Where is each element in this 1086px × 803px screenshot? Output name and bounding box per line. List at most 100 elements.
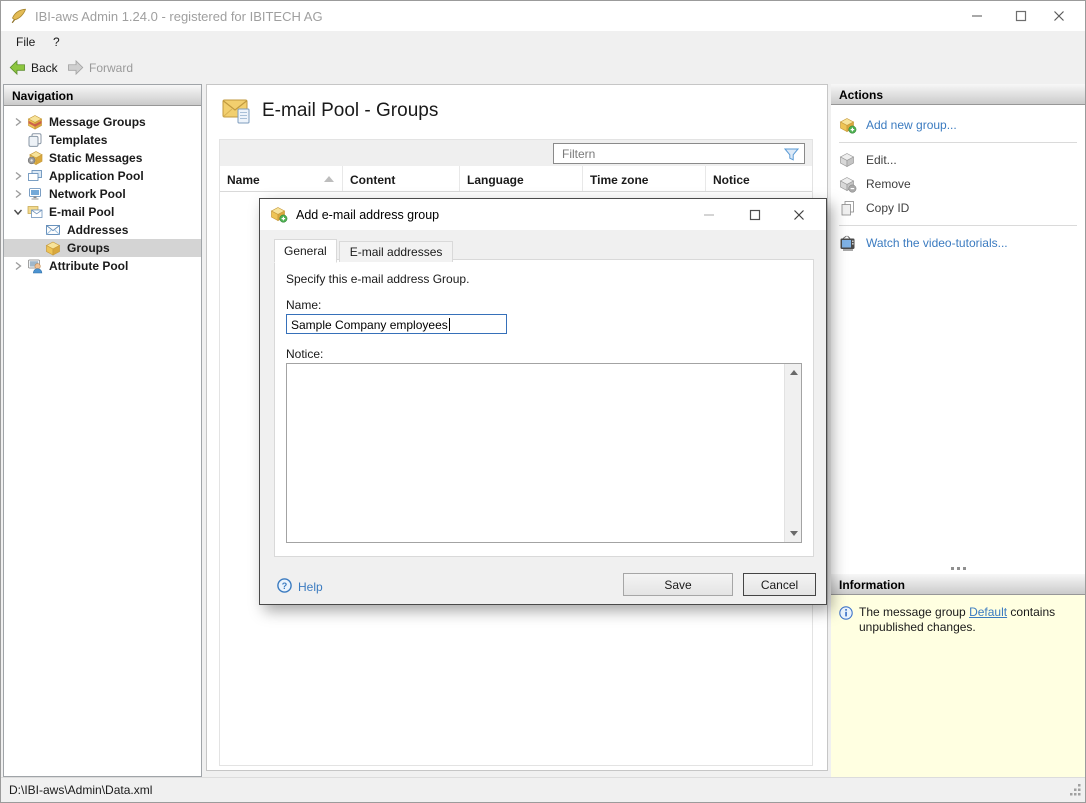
groups-icon xyxy=(45,240,61,256)
notice-label: Notice: xyxy=(286,347,324,361)
video-tutorials-action[interactable]: Watch the video-tutorials... xyxy=(831,231,1085,255)
right-panel: Actions Add new group... Edit... Remove … xyxy=(831,84,1085,777)
menu-help[interactable]: ? xyxy=(53,35,60,49)
table-header-row: Name Content Language Time zone Notice xyxy=(220,166,812,192)
sort-ascending-icon xyxy=(324,176,334,182)
tree-item-templates[interactable]: Templates xyxy=(4,131,201,149)
actions-header: Actions xyxy=(831,84,1085,105)
tab-email-addresses[interactable]: E-mail addresses xyxy=(338,241,454,262)
scrollbar[interactable] xyxy=(784,364,801,542)
save-button[interactable]: Save xyxy=(623,573,733,596)
scroll-up-icon[interactable] xyxy=(790,370,798,375)
network-pool-icon xyxy=(27,186,43,202)
addresses-icon xyxy=(45,222,61,238)
templates-icon xyxy=(27,132,43,148)
text-caret xyxy=(448,318,450,331)
filter-bar xyxy=(220,140,812,166)
static-messages-icon xyxy=(27,150,43,166)
back-button[interactable]: Back xyxy=(9,59,58,76)
filter-input[interactable] xyxy=(553,143,805,164)
app-window: IBI-aws Admin 1.24.0 - registered for IB… xyxy=(0,0,1086,803)
information-panel: The message group Default contains unpub… xyxy=(831,595,1085,777)
email-pool-groups-icon xyxy=(221,95,253,130)
message-groups-icon xyxy=(27,114,43,130)
edit-group-icon xyxy=(839,152,857,169)
information-header: Information xyxy=(831,574,1085,595)
dialog-title: Add e-mail address group xyxy=(296,208,440,222)
column-header-notice[interactable]: Notice xyxy=(706,166,812,191)
status-bar: D:\IBI-aws\Admin\Data.xml xyxy=(1,777,1085,802)
tree-item-attribute-pool[interactable]: Attribute Pool xyxy=(4,257,201,275)
name-input[interactable]: Sample Company employees xyxy=(286,314,507,334)
actions-separator xyxy=(839,225,1077,226)
dialog-description: Specify this e-mail address Group. xyxy=(286,272,470,286)
chevron-right-icon[interactable] xyxy=(11,171,25,181)
information-message: The message group Default contains unpub… xyxy=(859,605,1056,634)
info-icon xyxy=(839,605,853,635)
chevron-right-icon[interactable] xyxy=(11,189,25,199)
data-file-path: D:\IBI-aws\Admin\Data.xml xyxy=(9,783,153,797)
remove-action[interactable]: Remove xyxy=(831,172,1085,196)
application-pool-icon xyxy=(27,168,43,184)
dialog-minimize-icon xyxy=(688,199,730,230)
back-arrow-icon xyxy=(9,59,25,76)
app-icon xyxy=(11,8,27,27)
dialog-maximize-icon[interactable] xyxy=(734,199,776,230)
general-tab-page: Specify this e-mail address Group. Name:… xyxy=(274,259,814,557)
chevron-right-icon[interactable] xyxy=(11,261,25,271)
navigation-header: Navigation xyxy=(4,85,201,106)
dialog-buttons: Save Cancel xyxy=(260,573,826,596)
attribute-pool-icon xyxy=(27,258,43,274)
tree-item-groups[interactable]: Groups xyxy=(4,239,201,257)
chevron-right-icon[interactable] xyxy=(11,117,25,127)
scroll-down-icon[interactable] xyxy=(790,531,798,536)
video-tutorials-icon xyxy=(839,235,857,252)
back-label: Back xyxy=(31,60,58,75)
menu-file[interactable]: File xyxy=(16,35,35,49)
tree-item-email-pool[interactable]: E-mail Pool xyxy=(4,203,201,221)
dialog-close-icon[interactable] xyxy=(778,199,820,230)
panel-splitter-handle[interactable] xyxy=(831,563,1085,573)
forward-arrow-icon xyxy=(68,59,84,76)
maximize-icon[interactable] xyxy=(1001,1,1041,31)
tab-general[interactable]: General xyxy=(274,239,337,263)
add-group-icon xyxy=(839,117,857,134)
dialog-tabs: General E-mail addresses xyxy=(274,238,454,263)
cancel-button[interactable]: Cancel xyxy=(743,573,816,596)
tree-item-application-pool[interactable]: Application Pool xyxy=(4,167,201,185)
column-header-language[interactable]: Language xyxy=(460,166,583,191)
column-header-timezone[interactable]: Time zone xyxy=(583,166,706,191)
add-new-group-action[interactable]: Add new group... xyxy=(831,113,1085,137)
actions-separator xyxy=(839,142,1077,143)
forward-label: Forward xyxy=(89,60,134,75)
navigation-panel: Navigation Message Groups Templates Stat… xyxy=(3,84,202,777)
resize-grip[interactable] xyxy=(1069,783,1082,799)
actions-list: Add new group... Edit... Remove Copy ID … xyxy=(831,105,1085,255)
page-title: E-mail Pool - Groups xyxy=(262,100,439,121)
column-header-content[interactable]: Content xyxy=(343,166,460,191)
tree-item-network-pool[interactable]: Network Pool xyxy=(4,185,201,203)
tree-item-addresses[interactable]: Addresses xyxy=(4,221,201,239)
default-group-link[interactable]: Default xyxy=(969,605,1007,619)
minimize-icon[interactable] xyxy=(957,1,997,31)
menu-bar: File ? xyxy=(1,31,1085,54)
add-email-group-dialog: Add e-mail address group General E-mail … xyxy=(259,198,827,605)
dialog-title-bar: Add e-mail address group xyxy=(260,199,826,230)
close-icon[interactable] xyxy=(1039,1,1079,31)
edit-action[interactable]: Edit... xyxy=(831,148,1085,172)
notice-textarea[interactable] xyxy=(286,363,802,543)
window-title: IBI-aws Admin 1.24.0 - registered for IB… xyxy=(35,9,323,24)
copy-id-icon xyxy=(839,200,857,217)
copy-id-action[interactable]: Copy ID xyxy=(831,196,1085,220)
email-pool-icon xyxy=(27,204,43,220)
name-label: Name: xyxy=(286,298,322,312)
navigation-tree: Message Groups Templates Static Messages… xyxy=(4,106,201,275)
tree-item-message-groups[interactable]: Message Groups xyxy=(4,113,201,131)
chevron-down-icon[interactable] xyxy=(11,207,25,217)
title-bar: IBI-aws Admin 1.24.0 - registered for IB… xyxy=(1,1,1085,31)
remove-group-icon xyxy=(839,176,857,193)
column-header-name[interactable]: Name xyxy=(220,166,343,191)
toolbar: Back Forward xyxy=(1,54,1085,83)
forward-button[interactable]: Forward xyxy=(67,59,133,76)
tree-item-static-messages[interactable]: Static Messages xyxy=(4,149,201,167)
